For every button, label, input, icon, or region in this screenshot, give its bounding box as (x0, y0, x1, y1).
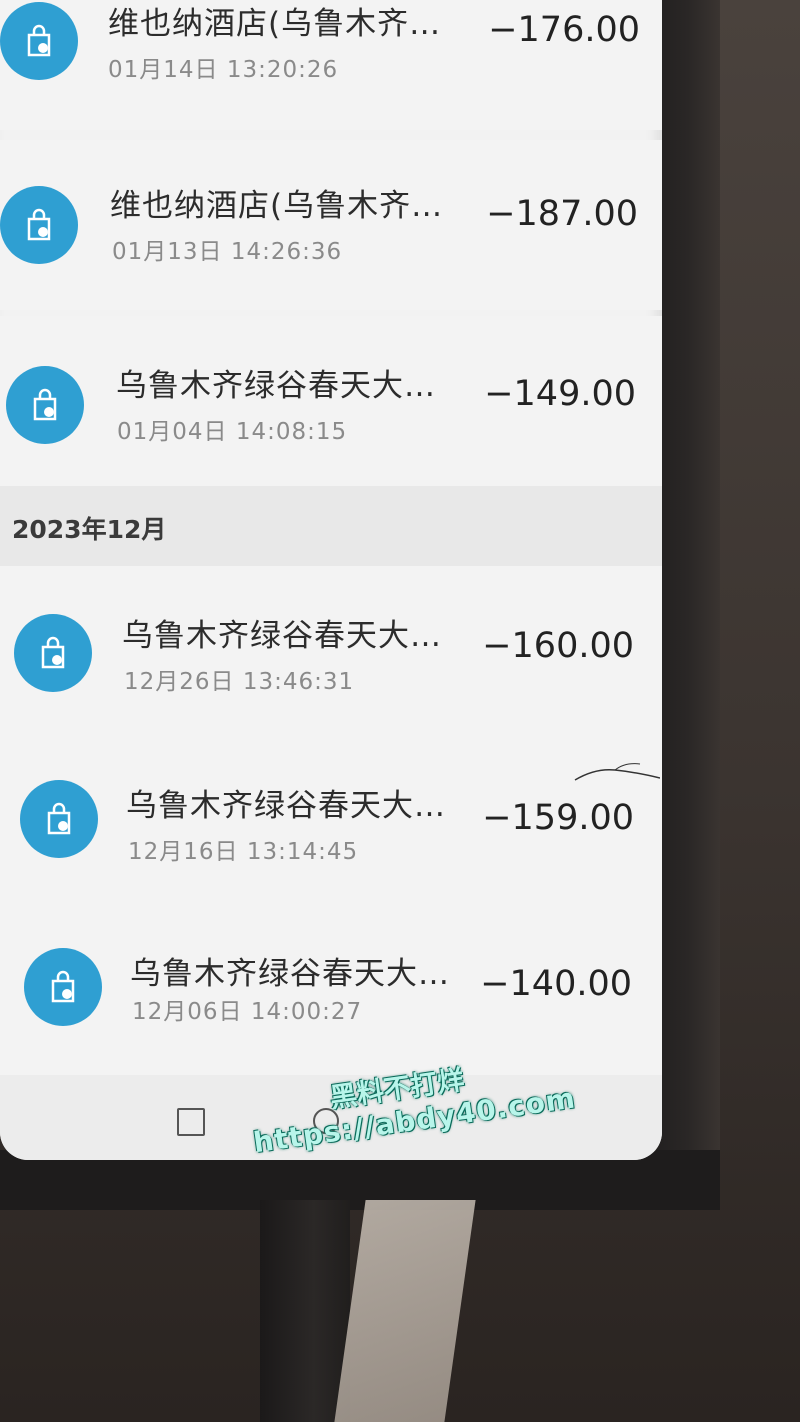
list-item[interactable]: 乌鲁木齐绿谷春天大… 12月16日 13:14:45 −159.00 (0, 736, 662, 906)
transaction-time: 12月06日 14:00:27 (132, 999, 363, 1025)
screen-crack (574, 763, 660, 781)
transaction-time: 01月04日 14:08:15 (117, 419, 348, 445)
transaction-amount: −140.00 (480, 964, 632, 1004)
shopping-bag-icon (20, 780, 98, 858)
list-item[interactable]: 乌鲁木齐绿谷春天大… 12月26日 13:46:31 −160.00 (0, 566, 662, 736)
transaction-time: 12月26日 13:46:31 (124, 669, 355, 695)
month-label: 2023年12月 (12, 515, 167, 544)
month-section-header: 2023年12月 (0, 486, 662, 566)
transaction-time: 01月14日 13:20:26 (108, 57, 339, 83)
phone-screen: 维也纳酒店(乌鲁木齐… 01月14日 13:20:26 −176.00 维也纳酒… (0, 0, 662, 1160)
transaction-time: 01月13日 14:26:36 (112, 239, 343, 265)
shopping-bag-icon (0, 186, 78, 264)
transaction-amount: −176.00 (488, 10, 640, 50)
paper-tag (334, 1200, 476, 1422)
shopping-bag-icon (14, 614, 92, 692)
cable (260, 1200, 350, 1422)
merchant-name: 乌鲁木齐绿谷春天大… (116, 368, 436, 404)
merchant-name: 维也纳酒店(乌鲁木齐… (108, 6, 442, 42)
recents-button[interactable] (177, 1108, 205, 1136)
shopping-bag-icon (6, 366, 84, 444)
list-item[interactable]: 维也纳酒店(乌鲁木齐… 01月14日 13:20:26 −176.00 (0, 0, 662, 130)
transaction-amount: −160.00 (482, 626, 634, 666)
shopping-bag-icon (24, 948, 102, 1026)
merchant-name: 乌鲁木齐绿谷春天大… (122, 618, 442, 654)
merchant-name: 乌鲁木齐绿谷春天大… (126, 788, 446, 824)
transaction-amount: −149.00 (484, 374, 636, 414)
merchant-name: 乌鲁木齐绿谷春天大… (130, 956, 450, 992)
photo-scene: 维也纳酒店(乌鲁木齐… 01月14日 13:20:26 −176.00 维也纳酒… (0, 0, 800, 1422)
list-item[interactable]: 乌鲁木齐绿谷春天大… 01月04日 14:08:15 −149.00 (0, 316, 662, 486)
transaction-time: 12月16日 13:14:45 (128, 839, 359, 865)
transaction-amount: −159.00 (482, 798, 634, 838)
merchant-name: 维也纳酒店(乌鲁木齐… (110, 188, 444, 224)
transaction-amount: −187.00 (486, 194, 638, 234)
shopping-bag-icon (0, 2, 78, 80)
list-item[interactable]: 维也纳酒店(乌鲁木齐… 01月13日 14:26:36 −187.00 (0, 140, 662, 310)
